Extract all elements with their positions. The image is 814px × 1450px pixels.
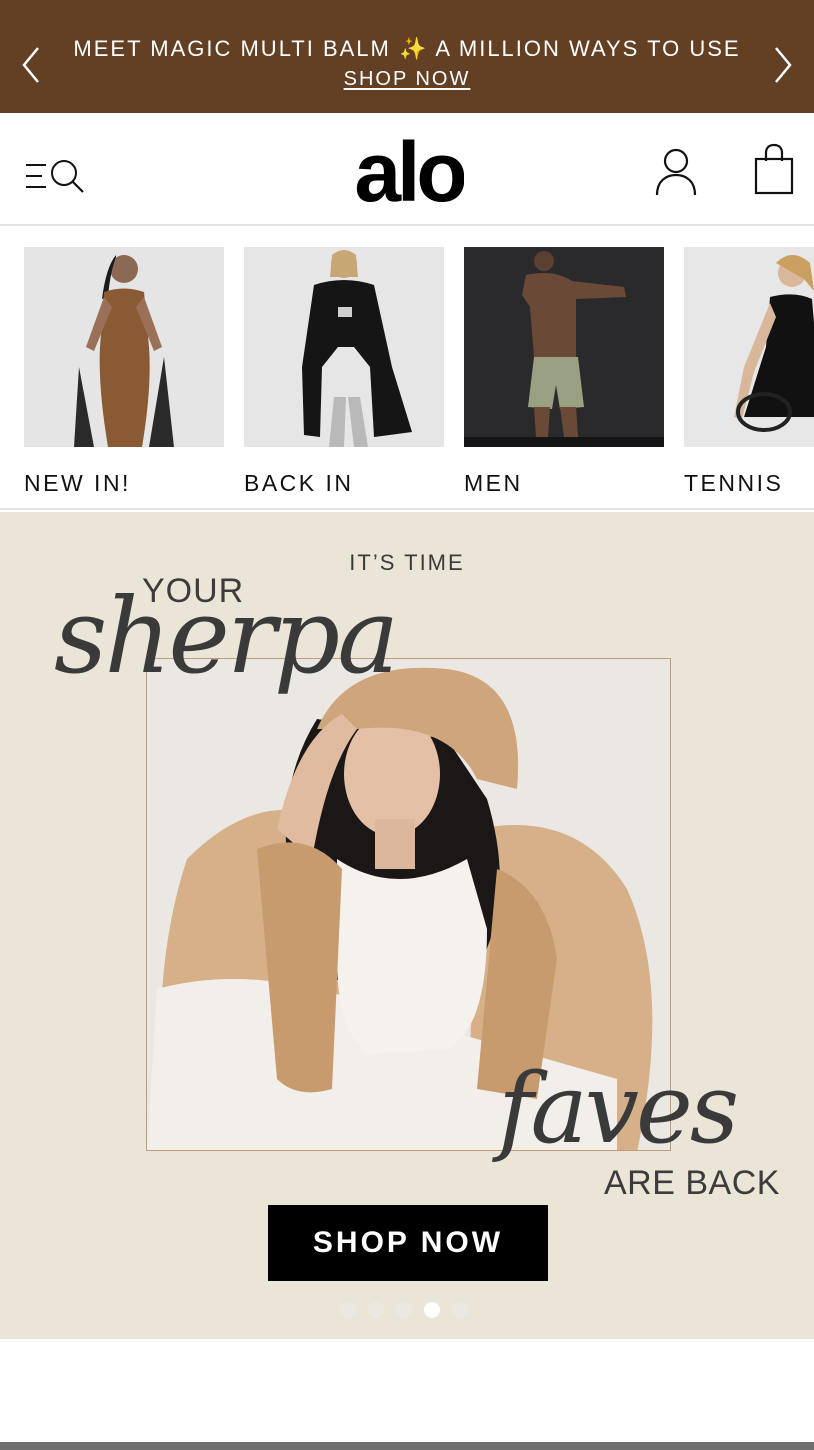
carousel-pagination	[340, 1302, 468, 1318]
carousel-dot-4-active[interactable]	[424, 1302, 440, 1318]
carousel-dot-2[interactable]	[368, 1302, 384, 1318]
category-men[interactable]: MEN	[464, 247, 664, 497]
category-back-in[interactable]: BACK IN	[244, 247, 444, 497]
announcement-message: MEET MAGIC MULTI BALM ✨ A MILLION WAYS T…	[60, 36, 754, 62]
category-men-image	[464, 247, 664, 447]
category-label: MEN	[464, 470, 523, 496]
category-label: NEW IN!	[24, 470, 131, 496]
hero-banner[interactable]: IT’S TIME YOUR sherpa faves ARE BACK SHO…	[0, 512, 814, 1339]
category-carousel: NEW IN! BACK IN MEN TENNIS	[0, 228, 814, 510]
carousel-dot-3[interactable]	[396, 1302, 412, 1318]
carousel-dot-5[interactable]	[452, 1302, 468, 1318]
hero-kicker: IT’S TIME	[349, 550, 465, 575]
category-new-in-image	[24, 247, 224, 447]
hero-headline-are-back: ARE BACK	[604, 1164, 780, 1202]
menu-search-icon[interactable]	[24, 157, 86, 197]
category-label: BACK IN	[244, 470, 354, 496]
category-back-in-image	[244, 247, 444, 447]
hero-headline-faves: faves	[498, 1053, 739, 1165]
announcement-bar: MEET MAGIC MULTI BALM ✨ A MILLION WAYS T…	[0, 0, 814, 113]
site-header: alo	[0, 113, 814, 226]
category-label: TENNIS	[684, 470, 784, 496]
category-tennis-image	[684, 247, 814, 447]
hero-shop-now-button[interactable]: SHOP NOW	[268, 1205, 548, 1281]
account-icon[interactable]	[654, 147, 698, 197]
announcement-shop-now-link[interactable]: SHOP NOW	[0, 68, 814, 91]
announcement-message-text: MEET MAGIC MULTI BALM	[73, 36, 391, 61]
carousel-dot-1[interactable]	[340, 1302, 356, 1318]
category-new-in[interactable]: NEW IN!	[24, 247, 224, 497]
sparkle-icon: ✨	[399, 36, 429, 61]
hero-headline-sherpa: sherpa	[54, 575, 399, 697]
bottom-divider	[0, 1442, 814, 1450]
chevron-right-icon[interactable]	[768, 40, 798, 90]
announcement-message-text-2: A MILLION WAYS TO USE	[435, 36, 741, 61]
alo-logo[interactable]: alo	[354, 127, 464, 209]
logo-text: alo	[354, 127, 464, 209]
category-tennis[interactable]: TENNIS	[684, 247, 814, 497]
shopping-bag-icon[interactable]	[752, 143, 796, 195]
